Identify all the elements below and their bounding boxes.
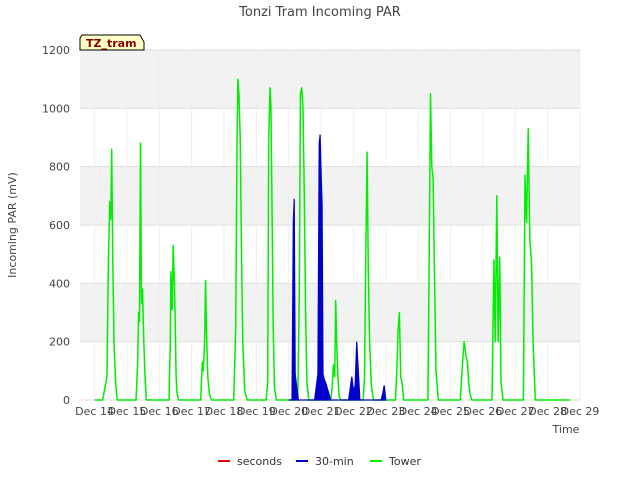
plot-band bbox=[80, 166, 580, 225]
legend-label-30-min: 30-min bbox=[315, 455, 354, 468]
plot-band bbox=[80, 341, 580, 400]
y-tick-label: 400 bbox=[49, 277, 70, 290]
y-tick-label: 800 bbox=[49, 161, 70, 174]
y-tick-labels: 0 200 400 600 800 1000 1200 bbox=[42, 44, 70, 407]
x-tick-labels: Dec 14Dec 15Dec 16Dec 17Dec 18Dec 19Dec … bbox=[75, 405, 599, 418]
y-axis-label: Incoming PAR (mV) bbox=[6, 172, 19, 278]
x-tick-label: Dec 29 bbox=[561, 405, 600, 418]
plot-band bbox=[80, 283, 580, 342]
site-badge-text: TZ_tram bbox=[86, 37, 137, 50]
site-badge: TZ_tram bbox=[79, 34, 145, 51]
chart-svg: 0 200 400 600 800 1000 1200 Dec 14Dec 15Dec 16… bbox=[6, 5, 599, 468]
y-tick-label: 600 bbox=[49, 219, 70, 232]
x-axis-label: Time bbox=[552, 423, 580, 436]
plot-band bbox=[80, 108, 580, 167]
legend-label-seconds: seconds bbox=[237, 455, 282, 468]
y-tick-label: 200 bbox=[49, 336, 70, 349]
legend-label-tower: Tower bbox=[388, 455, 421, 468]
plot-band bbox=[80, 50, 580, 109]
y-tick-label: 0 bbox=[63, 394, 70, 407]
y-tick-label: 1000 bbox=[42, 102, 70, 115]
chart-title: Tonzi Tram Incoming PAR bbox=[238, 5, 401, 20]
plot-band bbox=[80, 225, 580, 284]
y-tick-label: 1200 bbox=[42, 44, 70, 57]
legend: seconds 30-min Tower bbox=[218, 455, 421, 468]
